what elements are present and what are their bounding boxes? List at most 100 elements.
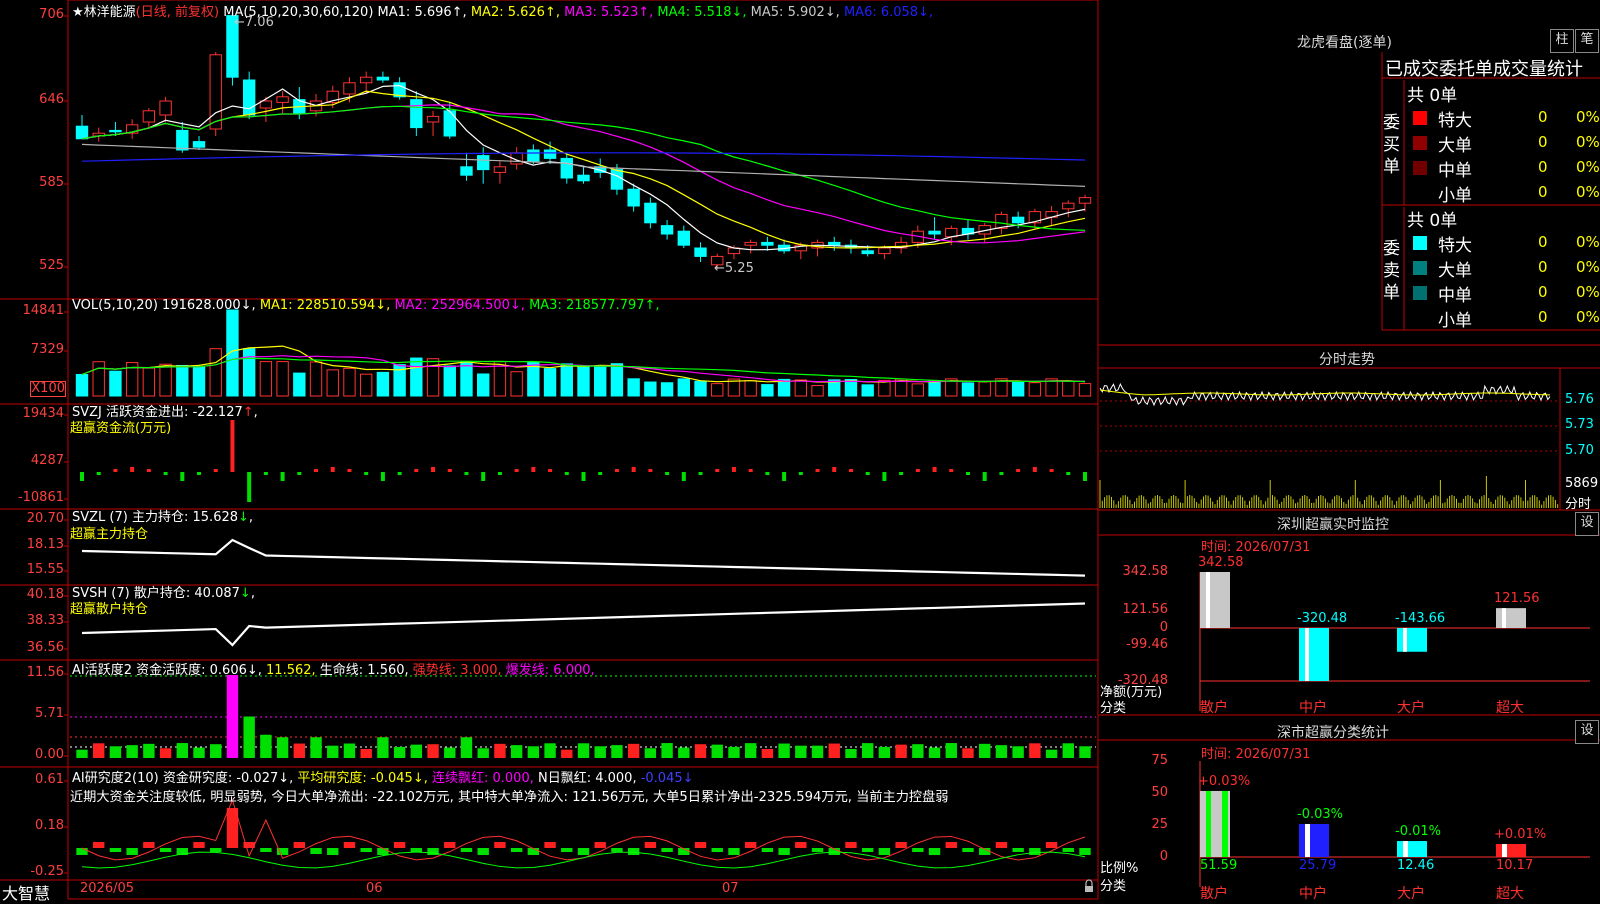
volume-bar	[761, 384, 774, 397]
lock-icon[interactable]	[1085, 879, 1093, 892]
monitor-bar-value: -143.66	[1395, 611, 1446, 626]
order-percent: 0%	[1576, 283, 1600, 301]
candle-body	[543, 149, 557, 159]
vol-ma3-value: MA3: 218577.797↑,	[529, 298, 660, 313]
class-y-tick: 25	[1151, 817, 1168, 832]
svzj-bar	[715, 469, 720, 472]
ai-research-bar	[93, 842, 105, 848]
volume-bar	[477, 373, 490, 397]
stock-name: 林洋能源	[83, 5, 136, 20]
vol-ma-values: MA1: 228510.594↓, MA2: 252964.500↓, MA3:…	[260, 298, 660, 313]
ai-research-bar	[293, 842, 306, 848]
candle-body	[259, 100, 273, 109]
svzj-bar	[982, 472, 987, 481]
ai-research-bar	[477, 848, 489, 855]
ai-active-bar	[711, 744, 723, 758]
candle-body	[460, 166, 473, 176]
kline-chart-canvas[interactable]: ←7.06←5.25	[0, 0, 1600, 900]
svzj-bar	[80, 472, 84, 481]
volume-bar	[510, 371, 523, 397]
class-category: 中户	[1299, 886, 1327, 902]
monitor-category: 中户	[1299, 700, 1327, 716]
candle-body	[878, 247, 891, 255]
svzj-bar	[882, 472, 887, 481]
ai-active-bar	[928, 747, 941, 758]
ai-active-item: 资金活跃度: 0.606↓,	[136, 663, 267, 678]
volume-bar	[410, 357, 423, 397]
svzj-bar	[949, 469, 954, 472]
ai-active-bar	[243, 716, 255, 758]
class-y-tick: 75	[1151, 753, 1168, 768]
ai-active-bar	[444, 747, 456, 758]
order-count: 0	[1538, 183, 1548, 201]
sz-class-settings-button[interactable]: 设	[1575, 720, 1599, 744]
volume-bar	[744, 380, 757, 397]
svzj-bar	[230, 420, 235, 472]
monitor-bar-value: 342.58	[1198, 555, 1244, 570]
ai-active-bar	[694, 744, 707, 758]
star-icon[interactable]: ★	[72, 5, 84, 20]
y-tick-label: 11.56	[26, 665, 64, 680]
class-value: 51.59	[1200, 858, 1238, 873]
ai-research-bar	[728, 848, 740, 855]
svzj-bar	[631, 467, 636, 472]
monitor-y-tick: 121.56	[1122, 602, 1169, 617]
svzj-bar	[598, 472, 603, 475]
volume-bar	[276, 361, 289, 397]
ai-research-bars[interactable]	[76, 808, 1091, 855]
ai-active-bar	[811, 745, 824, 758]
svzj-bar	[481, 472, 486, 481]
svzj-bar	[380, 472, 385, 481]
y-tick-label: 19434	[22, 406, 64, 421]
color-swatch-icon	[1413, 111, 1427, 125]
volume-bar	[242, 348, 256, 397]
candles[interactable]	[75, 12, 1092, 269]
svzj-bar	[564, 472, 569, 475]
ai-active-bar	[109, 746, 122, 758]
ai-active-bar	[93, 743, 105, 758]
sz-monitor-settings-button[interactable]: 设	[1575, 512, 1599, 536]
ai-research-bar	[260, 848, 272, 852]
candle-body	[828, 241, 841, 246]
svzj-bar	[146, 469, 151, 472]
ai-active-bar	[979, 743, 991, 758]
svzj-bar	[263, 472, 268, 475]
volume-bar	[861, 384, 874, 397]
ai-research-bar	[744, 842, 757, 848]
ai-active-bar	[611, 745, 623, 758]
x-axis-label-jul: 07	[722, 881, 739, 896]
ai-active-bar	[744, 743, 757, 758]
volume-bar	[176, 364, 189, 397]
column-mode-button[interactable]: 柱	[1550, 29, 1574, 53]
ai-active-bar	[644, 748, 657, 758]
volume-bar	[928, 380, 941, 397]
ai-active-bar	[126, 745, 138, 758]
svzj-bars[interactable]	[80, 420, 1087, 502]
order-size-label: 中单	[1438, 161, 1472, 181]
ai-active-item: 爆发线: 6.000,	[505, 663, 595, 678]
ai-research-item: 连续飘红: 0.000,	[431, 771, 538, 786]
tick-mode-button[interactable]: 笔	[1575, 29, 1599, 53]
ai-active-bar	[310, 737, 322, 758]
ai-active-bar	[895, 744, 907, 758]
y-tick-label: 525	[39, 258, 64, 273]
volume-bar	[794, 379, 808, 397]
candle-body	[443, 110, 456, 137]
monitor-category: 超大	[1496, 700, 1524, 716]
svzj-bar	[731, 467, 736, 472]
ai-research-bar	[343, 842, 356, 848]
ai-research-bar	[627, 848, 640, 855]
volume-bar	[1028, 382, 1042, 397]
candle-body	[159, 100, 172, 116]
ai-active-bars[interactable]	[76, 675, 1091, 758]
ai-active-item: 强势线: 3.000,	[412, 663, 506, 678]
ma-title: MA(5,10,20,30,60,120)	[223, 5, 374, 20]
y-tick-label: 15.55	[26, 562, 64, 577]
svzj-bar	[330, 467, 335, 472]
class-delta: -0.01%	[1395, 824, 1441, 840]
svzj-bar	[782, 472, 787, 481]
sz-monitor-time: 时间: 2026/07/31	[1201, 540, 1311, 555]
period-label[interactable]: (日线, 前复权)	[136, 5, 219, 20]
ai-active-bar	[945, 743, 957, 758]
color-swatch-icon	[1413, 286, 1427, 300]
